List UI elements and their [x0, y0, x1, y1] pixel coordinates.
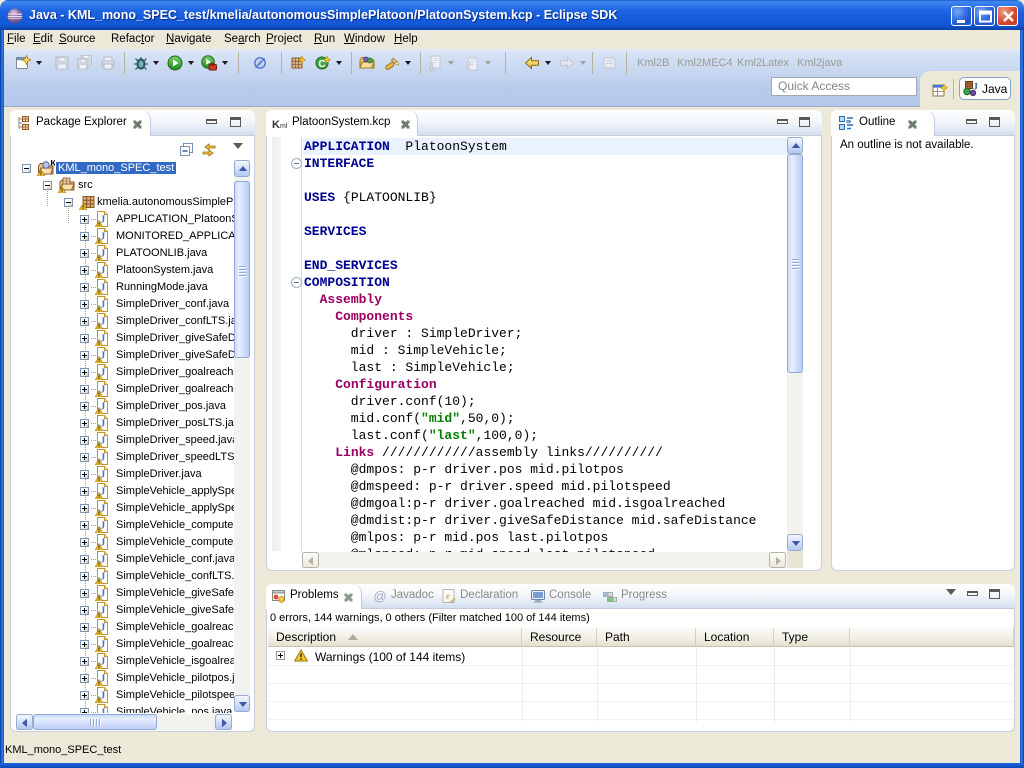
- svg-text:ml: ml: [280, 123, 288, 130]
- svg-text:@: @: [373, 589, 386, 604]
- svg-text:J: J: [973, 82, 978, 92]
- svg-text:e: e: [446, 591, 450, 601]
- svg-text:K: K: [51, 160, 56, 168]
- svg-text:J: J: [100, 708, 105, 714]
- svg-text:K: K: [272, 119, 280, 131]
